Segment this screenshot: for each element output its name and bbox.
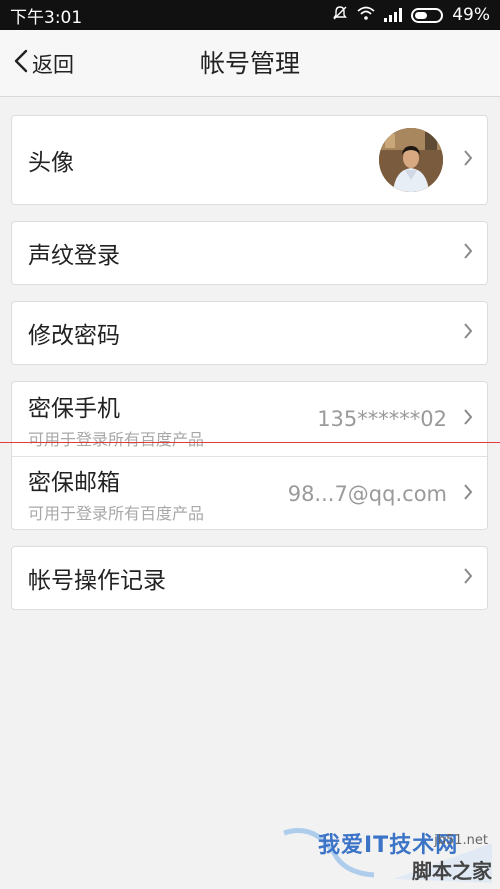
voiceprint-label: 声纹登录 [28,243,120,269]
password-card: 修改密码 [11,301,488,365]
watermark-swoosh-icon [283,828,492,883]
status-bar: 下午3:01 49% [0,0,500,30]
annotation-line [0,442,500,443]
watermark: 我爱IT技术网 jb51.net 脚本之家 [274,813,494,883]
security-card: 密保手机 可用于登录所有百度产品 135******02 密保邮箱 可用于登录所… [11,381,488,530]
wifi-icon [357,5,375,25]
watermark-url: jb51.net [434,833,488,848]
security-email-row[interactable]: 密保邮箱 可用于登录所有百度产品 98...7@qq.com [12,457,487,530]
chevron-right-icon [463,483,473,505]
voiceprint-login-row[interactable]: 声纹登录 [12,222,487,284]
watermark-brand: 我爱IT技术网 [318,833,459,858]
chevron-left-icon [14,49,28,78]
chevron-right-icon [463,149,473,171]
chevron-right-icon [463,567,473,589]
signal-icon [384,8,403,22]
security-email-value: 98...7@qq.com [287,481,447,506]
avatar-label: 头像 [28,150,74,176]
status-time: 下午3:01 [10,7,83,28]
voiceprint-card: 声纹登录 [11,221,488,285]
avatar-row[interactable]: 头像 [12,116,487,204]
security-phone-row[interactable]: 密保手机 可用于登录所有百度产品 135******02 [12,382,487,456]
back-label: 返回 [32,52,74,77]
avatar-card: 头像 [11,115,488,205]
records-card: 帐号操作记录 [11,546,488,610]
security-phone-label: 密保手机 [28,395,120,422]
security-email-hint: 可用于登录所有百度产品 [28,504,205,523]
avatar[interactable] [379,128,443,192]
change-password-row[interactable]: 修改密码 [12,302,487,364]
mute-icon [332,5,348,26]
security-email-label: 密保邮箱 [28,470,120,496]
chevron-right-icon [463,322,473,344]
security-phone-hint: 可用于登录所有百度产品 [28,429,205,449]
status-icons: 49% [332,5,490,26]
security-email-text: 密保邮箱 可用于登录所有百度产品 [28,463,204,524]
battery-percent: 49% [452,5,490,25]
security-phone-value: 135******02 [317,407,447,431]
account-records-row[interactable]: 帐号操作记录 [12,547,487,609]
back-button[interactable]: 返回 [14,30,74,97]
battery-icon [411,7,444,23]
page-title: 帐号管理 [199,49,300,78]
chevron-right-icon [463,242,473,264]
watermark-site: 脚本之家 [412,859,492,883]
battery-level [415,11,427,19]
nav-bar: 返回 帐号管理 [0,30,500,97]
chevron-right-icon [463,408,473,430]
change-password-label: 修改密码 [28,323,120,349]
account-records-label: 帐号操作记录 [28,568,166,594]
security-phone-text: 密保手机 可用于登录所有百度产品 [28,389,204,450]
